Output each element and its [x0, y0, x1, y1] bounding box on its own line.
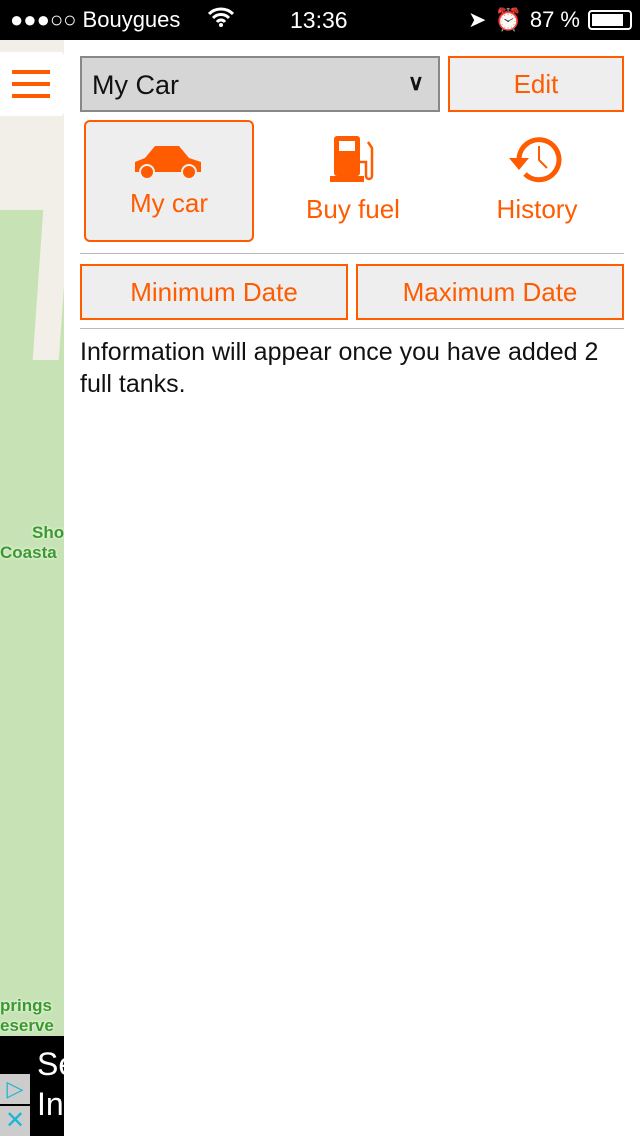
car-select[interactable]: My Car ∨ — [80, 56, 440, 112]
battery-icon — [588, 10, 632, 30]
tab-history[interactable]: History — [452, 120, 622, 242]
divider — [80, 253, 624, 254]
divider — [80, 328, 624, 329]
tab-label: Buy fuel — [306, 194, 400, 224]
maximum-date-button[interactable]: Maximum Date — [356, 264, 624, 320]
tab-label: My car — [130, 188, 208, 218]
history-icon — [509, 137, 562, 183]
ad-close-icon[interactable]: ✕ — [0, 1106, 30, 1136]
ad-banner[interactable]: Se In ▷ ✕ — [0, 1036, 76, 1136]
map-label: Coasta — [0, 543, 57, 562]
status-bar: ●●●○○ Bouygues 13:36 ➤ ⏰ 87 % — [0, 0, 640, 40]
carrier: ●●●○○ Bouygues — [10, 7, 181, 32]
location-icon: ➤ — [468, 7, 487, 32]
tab-label: History — [496, 194, 578, 224]
minimum-date-button[interactable]: Minimum Date — [80, 264, 348, 320]
map-label: Sho — [32, 523, 64, 542]
car-icon — [135, 146, 201, 178]
clock: 13:36 — [290, 7, 348, 33]
map[interactable]: Sho Coasta prings eserve — [0, 40, 64, 1036]
ad-info-icon[interactable]: ▷ — [0, 1074, 30, 1104]
edit-button[interactable]: Edit — [448, 56, 624, 112]
side-panel: My Car ∨ Edit My car Buy fuel History Min… — [64, 40, 640, 1136]
chevron-down-icon: ∨ — [407, 70, 424, 95]
info-message: Information will appear once you have ad… — [80, 338, 599, 398]
fuel-pump-icon — [330, 136, 374, 182]
car-select-value: My Car — [92, 70, 179, 100]
tab-buy-fuel[interactable]: Buy fuel — [268, 120, 438, 242]
map-label: eserve — [0, 1016, 54, 1035]
hamburger-menu-button[interactable] — [0, 52, 64, 116]
tab-my-car[interactable]: My car — [84, 120, 254, 242]
alarm-icon: ⏰ — [494, 7, 522, 32]
ad-text: In — [37, 1086, 64, 1122]
wifi-icon — [207, 6, 235, 34]
battery-percent: 87 % — [529, 7, 580, 32]
map-label: prings — [0, 996, 52, 1015]
